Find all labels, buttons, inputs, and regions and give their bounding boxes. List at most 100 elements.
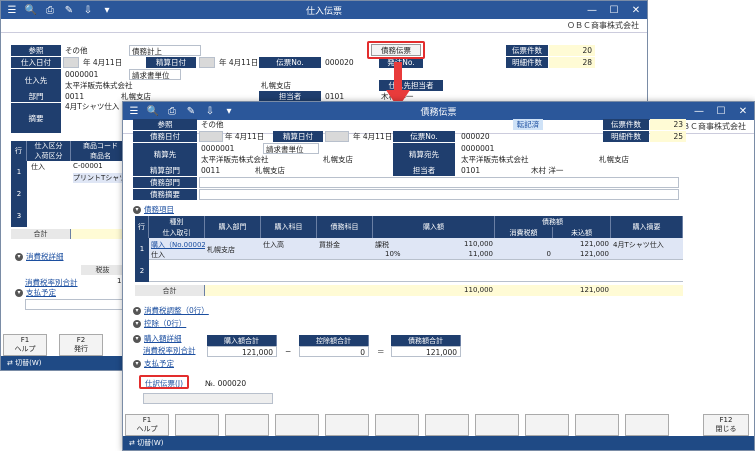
- slip-no-value[interactable]: 000020: [459, 131, 509, 142]
- posting-type-select[interactable]: 債務計上: [129, 45, 201, 56]
- f1-help-button[interactable]: F1 ヘルプ: [3, 334, 47, 356]
- slip-count-value: 20: [549, 45, 595, 56]
- switch-label[interactable]: 切替(W): [15, 358, 41, 368]
- supplier-code[interactable]: 0000001: [63, 69, 123, 80]
- payment-schedule-link[interactable]: ▾ 支払予定: [133, 358, 174, 369]
- purchase-date-value[interactable]: 年 4月11日: [81, 57, 141, 68]
- grid-total-label: 合計: [135, 285, 205, 296]
- posted-badge: 転記済: [513, 119, 543, 130]
- grid-header-purchase-account: 購入科目: [261, 216, 317, 238]
- dropdown-icon[interactable]: ▾: [99, 3, 115, 17]
- invoice-unit-select[interactable]: 請求書単位: [263, 143, 319, 154]
- label-settle-date: 精算日付: [273, 131, 323, 142]
- search-icon[interactable]: 🔍: [23, 3, 39, 17]
- print-icon[interactable]: ⎙: [42, 3, 58, 17]
- function-key-empty[interactable]: [525, 414, 569, 436]
- maximize-icon[interactable]: ☐: [710, 102, 732, 120]
- menu-icon[interactable]: ☰: [126, 104, 142, 118]
- slip-count-value: 23: [650, 119, 686, 130]
- tax-rate-total-link[interactable]: 消費税率別合計: [143, 345, 196, 356]
- purchase-total-label: 購入額合計: [207, 335, 277, 346]
- label-line-count: 明細件数: [506, 57, 548, 68]
- label-summary: 摘要: [11, 103, 61, 133]
- equal-sign: ＝: [377, 347, 385, 356]
- window-title: 仕入伝票: [305, 6, 342, 17]
- tax-exclusive-value: 1: [117, 277, 122, 285]
- invoice-address-code[interactable]: 0000001: [459, 143, 519, 154]
- label-staff: 担当者: [393, 165, 455, 176]
- deduction-link[interactable]: ▾ 控除（0行）: [133, 318, 186, 329]
- fkey-label: F12: [719, 416, 733, 424]
- f1-help-button[interactable]: F1 ヘルプ: [125, 414, 169, 436]
- f2-issue-button[interactable]: F2 発行: [59, 334, 103, 356]
- export-icon[interactable]: ⇩: [202, 104, 218, 118]
- purchase-date-era[interactable]: [63, 57, 79, 68]
- function-key-empty[interactable]: [175, 414, 219, 436]
- close-icon[interactable]: ✕: [625, 1, 647, 19]
- grid-row1-type[interactable]: 仕入: [31, 162, 45, 172]
- debt-items-link[interactable]: ▾ 債務項目: [133, 204, 174, 215]
- payment-schedule-link[interactable]: ▾ 支払予定: [15, 287, 56, 298]
- debt-date-era[interactable]: [199, 131, 223, 142]
- debt-summary-field[interactable]: [199, 189, 679, 200]
- payee-code[interactable]: 0000001: [199, 143, 259, 154]
- settle-department-code[interactable]: 0011: [199, 165, 249, 176]
- menu-icon[interactable]: ☰: [4, 3, 20, 17]
- label-payee: 精算先: [133, 143, 197, 165]
- staff-code[interactable]: 0101: [459, 165, 509, 176]
- dropdown-icon[interactable]: ▾: [221, 104, 237, 118]
- debt-department-field[interactable]: [199, 177, 679, 188]
- collapse-icon: ▾: [133, 320, 141, 328]
- grid-row1-name[interactable]: プリントTシャツ: [73, 173, 129, 183]
- function-key-empty[interactable]: [325, 414, 369, 436]
- journal-slip-field[interactable]: [143, 393, 273, 404]
- minimize-icon[interactable]: —: [581, 1, 603, 19]
- slip-no-value[interactable]: 000020: [323, 57, 373, 68]
- line-count-value: 25: [650, 131, 686, 142]
- settle-date-era[interactable]: [199, 57, 215, 68]
- invoice-address-name: 太平洋販売株式会社: [461, 155, 529, 164]
- switch-label[interactable]: 切替(W): [137, 438, 163, 448]
- grid-header-purchase-txn: 仕入取引: [149, 227, 205, 238]
- purchase-detail-link[interactable]: ▾ 購入額詳細: [133, 333, 182, 344]
- grid-row1-debt-account: 買掛金: [319, 241, 340, 249]
- close-icon[interactable]: ✕: [732, 102, 754, 120]
- grid-total-label: 合計: [11, 229, 71, 239]
- tax-adjust-link[interactable]: ▾ 消費税調整（0行）: [133, 305, 209, 316]
- function-key-empty[interactable]: [375, 414, 419, 436]
- grid-header-tax-amount: 消費税額: [495, 227, 553, 238]
- function-key-empty[interactable]: [225, 414, 269, 436]
- function-key-empty[interactable]: [475, 414, 519, 436]
- collapse-icon: ▾: [15, 289, 23, 297]
- export-icon[interactable]: ⇩: [80, 3, 96, 17]
- grid-row1-tax-rate: 10%: [385, 250, 401, 258]
- grid-row-number: 2: [135, 260, 149, 282]
- maximize-icon[interactable]: ☐: [603, 1, 625, 19]
- grid-row1-kind-link[interactable]: 購入（No.000020）: [151, 240, 205, 250]
- function-key-empty[interactable]: [575, 414, 619, 436]
- fkey-label: F1: [142, 416, 152, 424]
- fkey-caption: ヘルプ: [14, 345, 36, 353]
- minimize-icon[interactable]: —: [688, 102, 710, 120]
- search-icon[interactable]: 🔍: [145, 104, 161, 118]
- function-key-empty[interactable]: [425, 414, 469, 436]
- collapse-icon: ▾: [133, 307, 141, 315]
- tools-icon[interactable]: ✎: [183, 104, 199, 118]
- debt-date-value[interactable]: 年 4月11日: [223, 131, 273, 142]
- grid-row1-inclusive-2: 121,000: [580, 250, 609, 258]
- grid-row-2[interactable]: [149, 260, 683, 282]
- collapse-icon: ▾: [133, 335, 141, 343]
- purchase-slip-titlebar: ☰ 🔍 ⎙ ✎ ⇩ ▾ 仕入伝票 — ☐ ✕: [1, 1, 647, 19]
- grid-row1-code[interactable]: C-00001: [73, 162, 103, 170]
- tax-detail-link[interactable]: ▾ 消費税詳細: [15, 251, 64, 262]
- tools-icon[interactable]: ✎: [61, 3, 77, 17]
- function-key-empty[interactable]: [275, 414, 319, 436]
- invoice-unit-select[interactable]: 請求書単位: [129, 69, 181, 80]
- grid-row1-transaction: 仕入: [151, 251, 165, 259]
- print-icon[interactable]: ⎙: [164, 104, 180, 118]
- function-key-empty[interactable]: [625, 414, 669, 436]
- f12-close-button[interactable]: F12 閉じる: [703, 414, 749, 436]
- settle-date-era[interactable]: [325, 131, 349, 142]
- grid-row-number: 1: [135, 238, 149, 260]
- payment-schedule-field[interactable]: [25, 299, 125, 310]
